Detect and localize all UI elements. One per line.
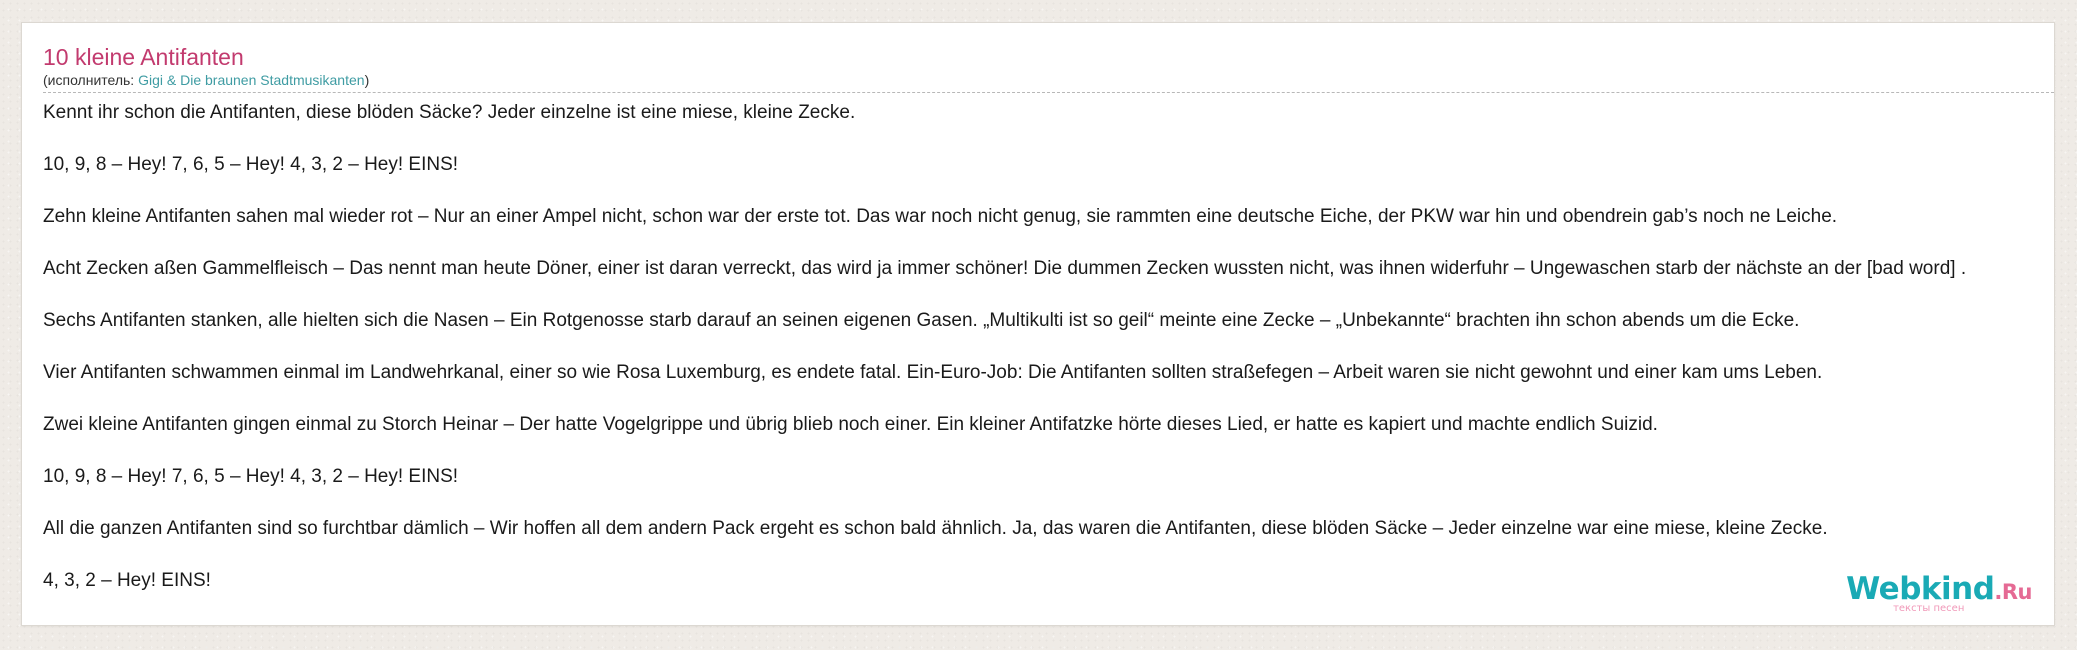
performer-line: (исполнитель: Gigi & Die braunen Stadtmu…	[43, 71, 2054, 93]
lyric-line: Vier Antifanten schwammen einmal im Land…	[43, 362, 1823, 383]
lyric-line: All die ganzen Antifanten sind so furcht…	[43, 518, 1828, 539]
lyrics-text: Kennt ihr schon die Antifanten, diese bl…	[43, 102, 2043, 592]
lyric-line: Acht Zecken aßen Gammelfleisch – Das nen…	[43, 258, 1967, 279]
lyric-line: Kennt ihr schon die Antifanten, diese bl…	[43, 102, 856, 123]
lyrics-content: 10 kleine Antifanten (исполнитель: Gigi …	[43, 43, 2054, 622]
lyric-line: Zehn kleine Antifanten sahen mal wieder …	[43, 206, 1838, 227]
lyric-line: 4, 3, 2 – Hey! EINS!	[43, 570, 211, 591]
lyric-line: 10, 9, 8 – Hey! 7, 6, 5 – Hey! 4, 3, 2 –…	[43, 466, 459, 487]
logo-main-text: Webkind	[1846, 571, 1995, 607]
lyric-line: Zwei kleine Antifanten gingen einmal zu …	[43, 414, 1658, 435]
performer-link[interactable]: Gigi & Die braunen Stadtmusikanten	[138, 72, 364, 88]
performer-prefix: (исполнитель:	[43, 72, 139, 88]
lyrics-card: 10 kleine Antifanten (исполнитель: Gigi …	[21, 22, 2055, 626]
song-title: 10 kleine Antifanten	[43, 44, 244, 70]
webkind-logo[interactable]: Webkind.Ru тексты песен	[1846, 573, 2032, 614]
logo-suffix: .Ru	[1994, 580, 2032, 604]
lyric-line: Sechs Antifanten stanken, alle hielten s…	[43, 310, 1800, 331]
lyric-line: 10, 9, 8 – Hey! 7, 6, 5 – Hey! 4, 3, 2 –…	[43, 154, 459, 175]
performer-suffix: )	[364, 72, 370, 88]
